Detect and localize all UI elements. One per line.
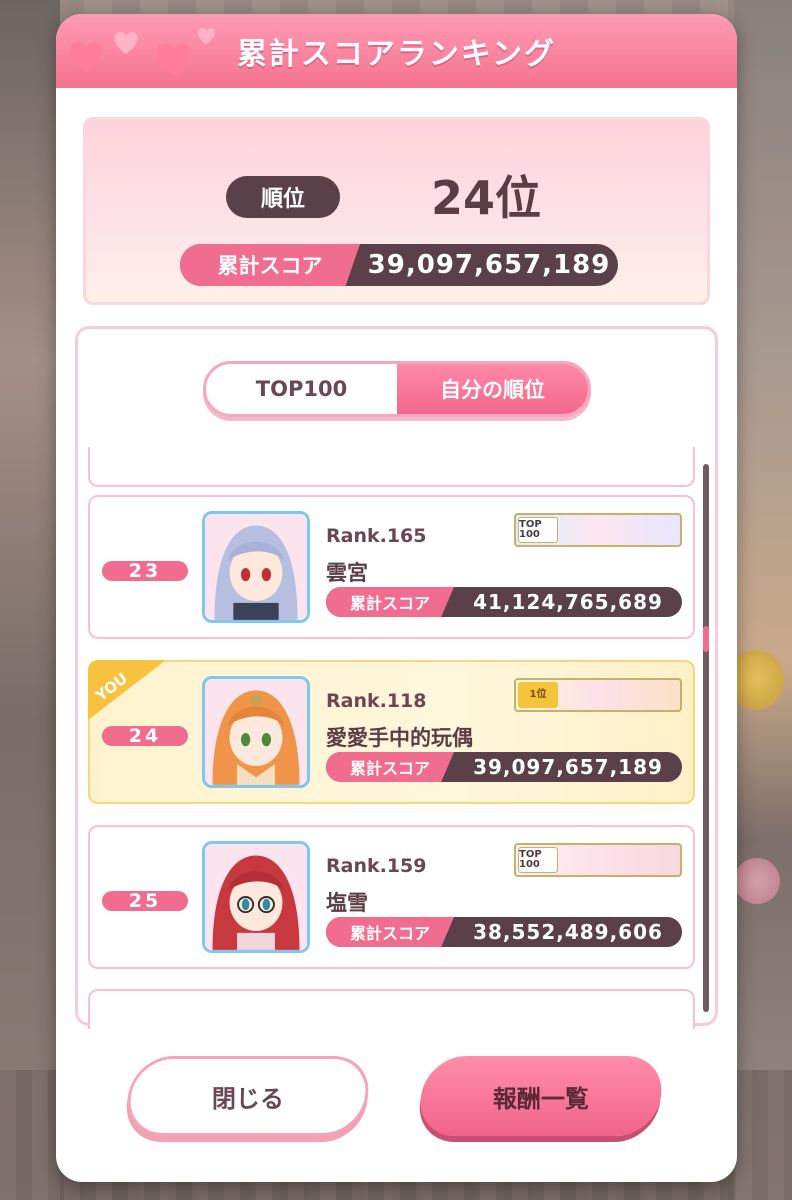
total-score-label: 累計スコア bbox=[180, 244, 360, 286]
dialog-title: 累計スコアランキング bbox=[236, 37, 557, 72]
row-score-bar: 累計スコア 39,097,657,189 bbox=[326, 752, 682, 782]
position-pill: 24 bbox=[102, 725, 188, 747]
rank-value: 24位 bbox=[431, 171, 542, 225]
gacha-icon bbox=[734, 858, 780, 904]
row-score-value: 39,097,657,189 bbox=[473, 755, 663, 779]
rewards-button-label: 報酬一覧 bbox=[493, 1084, 589, 1113]
title-badge-icon: 1位 bbox=[514, 678, 682, 712]
player-rank-level: Rank.165 bbox=[326, 525, 427, 547]
avatar[interactable] bbox=[202, 676, 310, 788]
player-rank-level: Rank.159 bbox=[326, 855, 427, 877]
position-pill: 23 bbox=[102, 560, 188, 582]
ranking-row-24-me[interactable]: YOU 24 Rank.118 愛愛手中的玩偶 1位 累計スコア 39,097,… bbox=[88, 660, 695, 804]
row-score-value: 41,124,765,689 bbox=[473, 590, 663, 614]
row-score-bar: 累計スコア 41,124,765,689 bbox=[326, 587, 682, 617]
title-badge-icon: TOP 100 bbox=[514, 513, 682, 547]
rank-label: 順位 bbox=[226, 176, 340, 218]
ranking-list-panel: TOP100 自分の順位 23 Rank.165 雲宮 TOP 100 累計スコ… bbox=[75, 326, 718, 1029]
background-left bbox=[0, 0, 60, 1200]
list-scrollbar[interactable] bbox=[703, 464, 709, 1012]
dialog-header: 累計スコアランキング bbox=[56, 14, 737, 88]
background-right bbox=[734, 0, 792, 1200]
my-rank-summary: 順位 24位 累計スコア 39,097,657,189 bbox=[83, 117, 710, 305]
total-score-value: 39,097,657,189 bbox=[367, 250, 611, 280]
hearts-decoration-icon bbox=[69, 28, 216, 76]
row-score-label: 累計スコア bbox=[326, 587, 454, 617]
avatar[interactable] bbox=[202, 511, 310, 623]
player-name: 愛愛手中的玩偶 bbox=[326, 726, 473, 750]
close-button[interactable]: 閉じる bbox=[122, 1056, 374, 1136]
row-score-bar: 累計スコア 38,552,489,606 bbox=[326, 917, 682, 947]
player-name: 塩雪 bbox=[326, 891, 368, 915]
row-score-label: 累計スコア bbox=[326, 752, 454, 782]
player-rank-level: Rank.118 bbox=[326, 690, 427, 712]
list-item[interactable] bbox=[88, 989, 695, 1029]
tab-top100[interactable]: TOP100 bbox=[206, 364, 397, 414]
row-score-label: 累計スコア bbox=[326, 917, 454, 947]
player-name: 雲宮 bbox=[326, 561, 368, 585]
rewards-list-button[interactable]: 報酬一覧 bbox=[415, 1056, 667, 1136]
scrollbar-thumb[interactable] bbox=[703, 626, 709, 652]
ranking-dialog: 累計スコアランキング 順位 24位 累計スコア 39,097,657,189 T… bbox=[56, 14, 737, 1182]
row-score-value: 38,552,489,606 bbox=[473, 920, 663, 944]
tab-my-rank[interactable]: 自分の順位 bbox=[397, 364, 588, 414]
ranking-row-25[interactable]: 25 Rank.159 塩雪 TOP 100 累計スコア 38,552,489,… bbox=[88, 825, 695, 969]
list-item[interactable] bbox=[88, 447, 695, 487]
avatar[interactable] bbox=[202, 841, 310, 953]
ranking-row-23[interactable]: 23 Rank.165 雲宮 TOP 100 累計スコア 41,124,765,… bbox=[88, 495, 695, 639]
title-badge-icon: TOP 100 bbox=[514, 843, 682, 877]
total-score-bar: 累計スコア 39,097,657,189 bbox=[180, 244, 618, 286]
close-button-label: 閉じる bbox=[212, 1084, 284, 1113]
ranking-tabs: TOP100 自分の順位 bbox=[203, 361, 591, 417]
position-pill: 25 bbox=[102, 890, 188, 912]
